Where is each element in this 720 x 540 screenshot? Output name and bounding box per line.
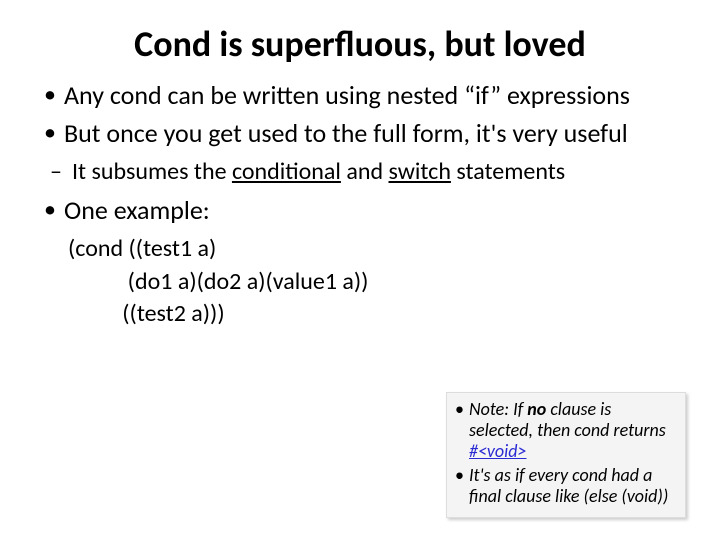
note-1a: Note: If [469,398,527,420]
sub-switch: switch [389,157,451,186]
code-line-3: ((test2 a))) [68,299,225,328]
code-example: (cond ((test1 a) (do1 a)(do2 a)(value1 a… [68,233,680,330]
code-line-1: (cond ((test1 a) [68,234,216,263]
note-list: Note: If no clause is selected, then con… [455,399,677,507]
sub-wrapper: li[data-name="sub-wrapper"]::before{cont… [44,157,680,187]
slide-title: Cond is superfluous, but loved [40,22,680,66]
slide: Cond is superfluous, but loved Any cond … [0,0,720,540]
sub-text-and: and [341,157,389,186]
bullet-3: One example: [44,195,680,227]
sub-text-end: statements [451,157,565,186]
note-1-void-link[interactable]: #<void> [469,440,526,462]
note-1-no: no [527,398,546,420]
note-2: It's as if every cond had a final clause… [455,465,677,507]
sub-bullet-1: It subsumes the conditional and switch s… [50,157,680,187]
bullet-1: Any cond can be written using nested “if… [44,80,680,112]
bullet-1-text-a: Any cond can be written using nested [64,79,464,111]
sub-bullet-list: It subsumes the conditional and switch s… [50,157,680,187]
bullet-list: Any cond can be written using nested “if… [44,80,680,227]
bullet-1-text-c: expressions [501,79,630,111]
sub-conditional: conditional [232,157,341,186]
code-line-2: (do1 a)(do2 a)(value1 a)) [68,267,368,296]
bullet-2: But once you get used to the full form, … [44,118,680,150]
sub-text-a: It subsumes the [72,157,232,186]
note-box: Note: If no clause is selected, then con… [446,392,686,518]
note-1: Note: If no clause is selected, then con… [455,399,677,463]
bullet-1-if: “if” [464,79,501,111]
